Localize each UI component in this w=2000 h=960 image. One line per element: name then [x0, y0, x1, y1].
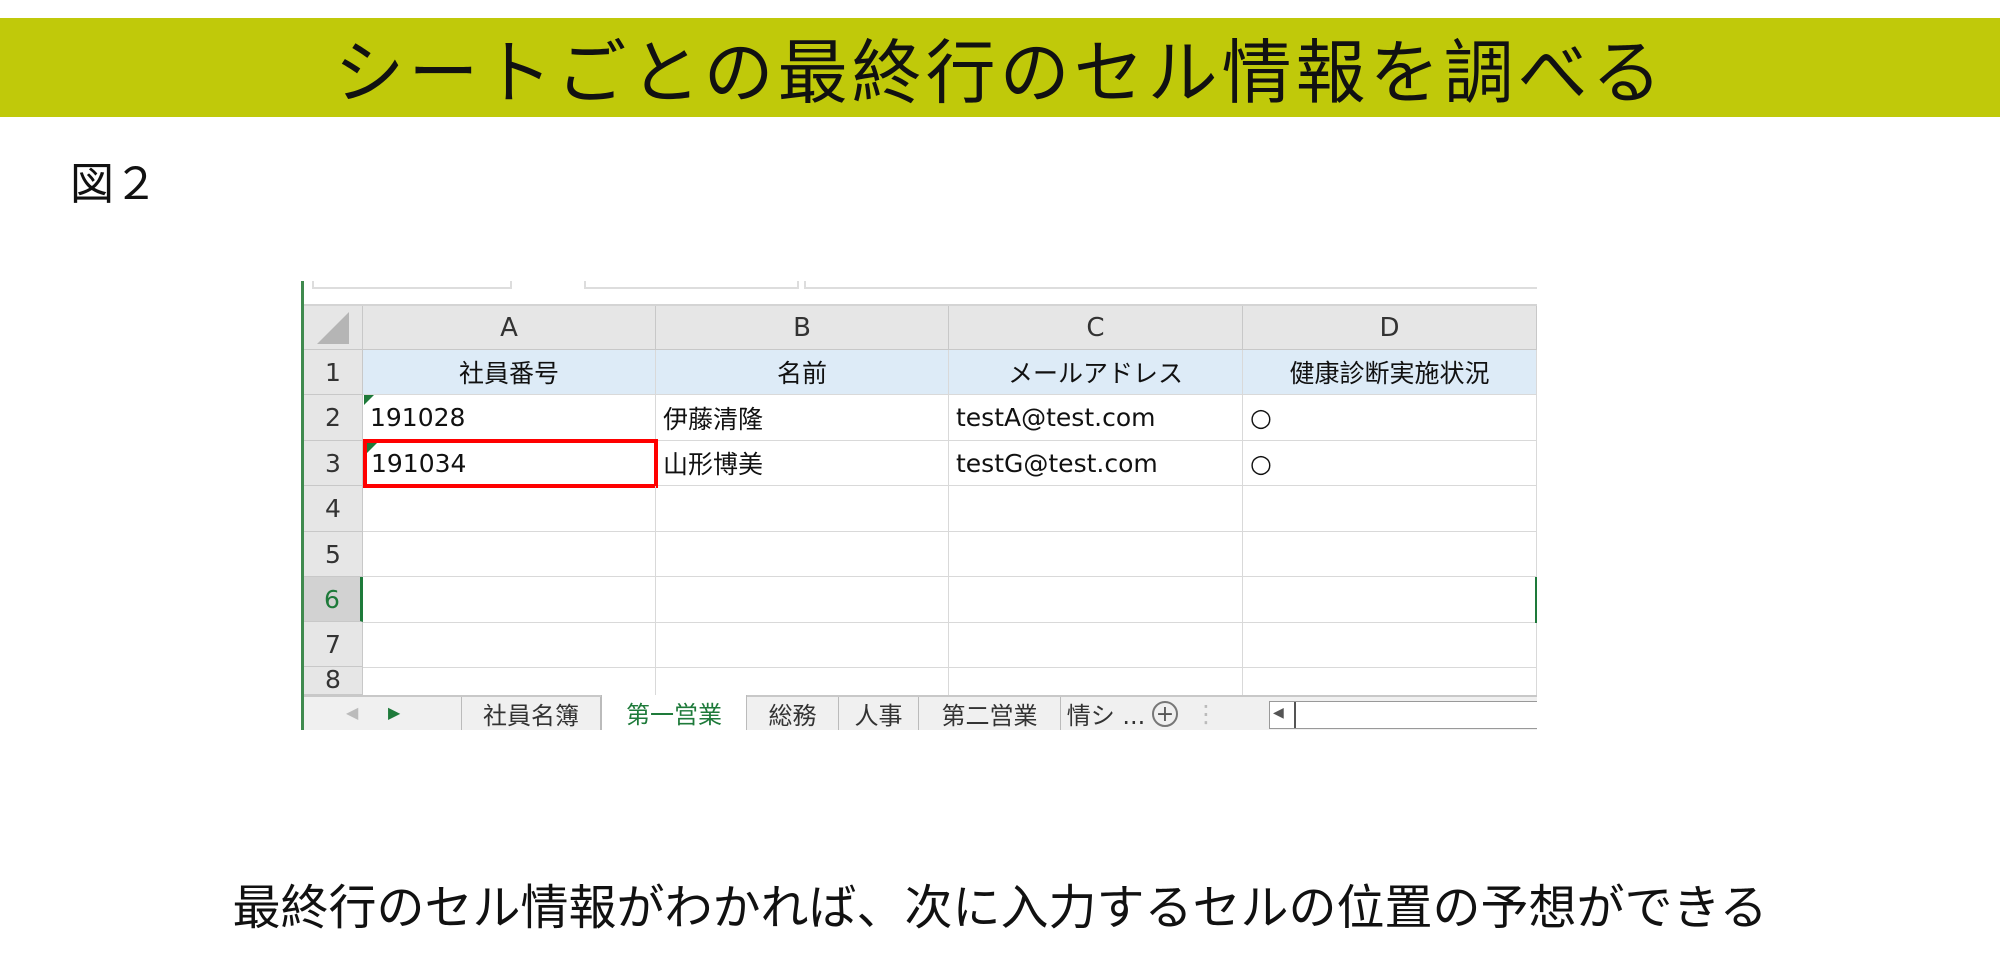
cell-b1[interactable]: 名前 [656, 350, 949, 395]
active-cell-edge [1535, 577, 1537, 623]
column-header-b[interactable]: B [656, 306, 949, 350]
add-sheet-button[interactable]: + [1152, 701, 1178, 727]
cell-c3[interactable]: testG@test.com [949, 441, 1243, 486]
empty-cells[interactable] [363, 486, 1537, 695]
sheet-tab-active[interactable]: 第一営業 [601, 695, 747, 730]
row-header[interactable]: 1 [304, 350, 363, 395]
cell-d3[interactable]: ○ [1243, 441, 1537, 486]
sheet-tab[interactable]: 情シ ... [1061, 697, 1151, 730]
cell-c2[interactable]: testA@test.com [949, 395, 1243, 441]
figure-label: 図２ [70, 159, 158, 210]
scroll-arrow-left-icon[interactable]: ◀ [1273, 705, 1284, 721]
cell-d1[interactable]: 健康診断実施状況 [1243, 350, 1537, 395]
cell-b3[interactable]: 山形博美 [656, 441, 949, 486]
title-banner: シートごとの最終行のセル情報を調べる [0, 18, 2000, 117]
scroll-right-icon[interactable]: ▶ [388, 703, 400, 722]
row-header[interactable]: 7 [304, 622, 363, 667]
cell-a1[interactable]: 社員番号 [363, 350, 656, 395]
scroll-left-icon[interactable]: ◀ [346, 703, 358, 722]
scroll-thumb-edge [1294, 702, 1296, 728]
spreadsheet: A B C D 1 2 3 4 5 6 7 8 社員番号 名前 メールアドレス … [301, 281, 1537, 730]
cell-b2[interactable]: 伊藤清隆 [656, 395, 949, 441]
column-header-a[interactable]: A [363, 306, 656, 350]
row-header[interactable]: 4 [304, 486, 363, 532]
cell-d2[interactable]: ○ [1243, 395, 1537, 441]
corner-triangle-icon [317, 311, 349, 344]
row-header-active[interactable]: 6 [304, 577, 363, 622]
sheet-tab[interactable]: 総務 [747, 697, 839, 730]
cell-c1[interactable]: メールアドレス [949, 350, 1243, 395]
row-header[interactable]: 3 [304, 441, 363, 486]
cell-a2[interactable]: 191028 [363, 395, 656, 441]
sheet-tab-bar: ◀ ▶ 社員名簿 第一営業 総務 人事 第二営業 情シ ... + ⋮ ◀ [304, 695, 1537, 730]
row-header[interactable]: 5 [304, 532, 363, 577]
column-header-c[interactable]: C [949, 306, 1243, 350]
column-header-d[interactable]: D [1243, 306, 1537, 350]
error-indicator-icon [364, 395, 374, 405]
row-header[interactable]: 2 [304, 395, 363, 441]
sheet-tab[interactable]: 社員名簿 [461, 697, 601, 730]
caption: 最終行のセル情報がわかれば、次に入力するセルの位置の予想ができる [232, 880, 1768, 936]
sheet-tab[interactable]: 第二営業 [919, 697, 1061, 730]
sheet-tab[interactable]: 人事 [839, 697, 919, 730]
row-header[interactable]: 8 [304, 665, 363, 695]
ribbon-edge [304, 281, 1537, 306]
page-title: シートごとの最終行のセル情報を調べる [334, 32, 1666, 114]
horizontal-scrollbar[interactable]: ◀ [1269, 701, 1537, 729]
splitter-icon[interactable]: ⋮ [1194, 700, 1218, 728]
error-indicator-icon [367, 443, 377, 453]
select-all-corner[interactable] [304, 306, 363, 350]
cell-a3-selected[interactable]: 191034 [363, 439, 658, 488]
